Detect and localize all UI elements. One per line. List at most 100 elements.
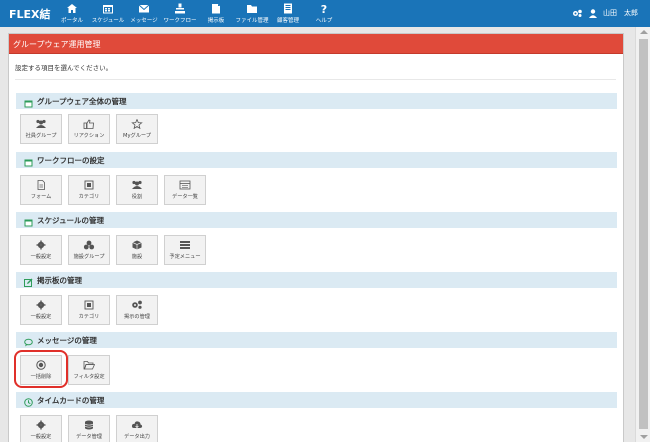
top-navigation-bar: FLEX結 ポータル スケジュール メッセージ ワークフロー 掲示板 ファイル管… <box>0 0 650 27</box>
main-nav: ポータル スケジュール メッセージ ワークフロー 掲示板 ファイル管理 顧客管理… <box>54 0 342 27</box>
calendar-icon <box>103 5 113 14</box>
nav-schedule[interactable]: スケジュール <box>90 0 126 27</box>
nav-message[interactable]: メッセージ <box>126 0 162 27</box>
gear-icon <box>36 300 46 310</box>
section-message: メッセージの管理 <box>16 332 617 348</box>
scroll-down-arrow[interactable] <box>640 435 648 439</box>
highlight-box <box>14 350 68 388</box>
section-schedule: スケジュールの管理 <box>16 212 617 228</box>
tile-facility-group[interactable]: 施設グループ <box>68 235 110 265</box>
tile-label: フィルタ設定 <box>73 374 105 380</box>
panel-title: グループウェア運用管理 <box>9 34 623 54</box>
cube-icon <box>132 240 142 250</box>
scroll-up-arrow[interactable] <box>640 30 648 34</box>
calendar-icon <box>24 100 33 107</box>
tile-general-settings[interactable]: 一般設定 <box>20 295 62 325</box>
tile-role[interactable]: 役割 <box>116 175 158 205</box>
nav-label: 掲示板 <box>207 18 225 24</box>
home-icon <box>67 4 77 13</box>
help-icon: ? <box>321 3 327 14</box>
section-title: メッセージの管理 <box>37 336 97 345</box>
section-tiles: 一般設定 カテゴリ 掲示の管理 <box>20 295 158 325</box>
tile-label: カテゴリ <box>78 314 100 320</box>
tile-data-export[interactable]: データ出力 <box>116 415 158 442</box>
section-workflow: ワークフローの設定 <box>16 152 617 168</box>
section-tiles: 一般設定 データ管理 データ出力 <box>20 415 158 442</box>
star-icon <box>131 119 143 129</box>
tile-label: 役割 <box>131 194 143 200</box>
envelope-icon <box>138 4 150 13</box>
section-tiles: 社員グループ リアクション Myグループ <box>20 114 158 144</box>
nav-portal[interactable]: ポータル <box>54 0 90 27</box>
tile-schedule-menu[interactable]: 予定メニュー <box>164 235 206 265</box>
tile-form[interactable]: フォーム <box>20 175 62 205</box>
nav-workflow[interactable]: ワークフロー <box>162 0 198 27</box>
section-title: グループウェア全体の管理 <box>37 97 127 106</box>
nav-help[interactable]: ? ヘルプ <box>306 0 342 27</box>
nav-label: ヘルプ <box>315 18 333 24</box>
nav-customer[interactable]: 顧客管理 <box>270 0 306 27</box>
workflow-icon <box>175 3 185 14</box>
tile-employee-group[interactable]: 社員グループ <box>20 114 62 144</box>
customer-icon <box>284 3 292 14</box>
user-icon <box>589 8 597 18</box>
scroll-thumb[interactable] <box>639 39 648 429</box>
tile-label: 掲示の管理 <box>124 314 150 320</box>
section-title: ワークフローの設定 <box>37 156 105 165</box>
gears-icon[interactable] <box>572 9 583 18</box>
tile-label: 予定メニュー <box>169 254 201 260</box>
nav-board[interactable]: 掲示板 <box>198 0 234 27</box>
tile-label: データ管理 <box>76 434 102 440</box>
chat-icon <box>24 338 33 346</box>
section-timecard: タイムカードの管理 <box>16 392 617 408</box>
edit-icon <box>24 278 33 287</box>
svg-text:?: ? <box>321 3 327 14</box>
section-groupware: グループウェア全体の管理 <box>16 93 617 109</box>
users-icon <box>36 119 46 128</box>
section-board: 掲示板の管理 <box>16 272 617 288</box>
nav-label: ワークフロー <box>163 18 197 24</box>
tile-data-list[interactable]: データ一覧 <box>164 175 206 205</box>
tile-facility[interactable]: 施設 <box>116 235 158 265</box>
nav-label: メッセージ <box>130 18 158 24</box>
tile-category[interactable]: カテゴリ <box>68 295 110 325</box>
tile-label: データ一覧 <box>172 194 198 200</box>
calendar-icon <box>24 219 33 226</box>
gear-icon <box>36 240 46 250</box>
calendar-icon <box>24 159 33 166</box>
facility-group-icon <box>83 240 95 250</box>
user-area: 山田 太郎 <box>572 8 638 18</box>
tile-post-management[interactable]: 掲示の管理 <box>116 295 158 325</box>
tile-label: 一般設定 <box>30 434 52 440</box>
tile-reaction[interactable]: リアクション <box>68 114 110 144</box>
intro-text: 設定する項目を選んでください。 <box>15 64 113 72</box>
tile-label: カテゴリ <box>78 194 100 200</box>
app-logo[interactable]: FLEX結 <box>9 6 51 22</box>
gears-icon <box>132 300 142 309</box>
tile-filter-settings[interactable]: フィルタ設定 <box>68 355 110 385</box>
menu-icon <box>180 241 190 249</box>
tile-label: データ出力 <box>124 434 150 440</box>
tile-data-management[interactable]: データ管理 <box>68 415 110 442</box>
admin-panel: グループウェア運用管理 設定する項目を選んでください。 グループウェア全体の管理… <box>8 33 624 442</box>
gear-icon <box>36 420 46 430</box>
tile-category[interactable]: カテゴリ <box>68 175 110 205</box>
nav-label: ファイル管理 <box>235 18 269 24</box>
nav-label: 顧客管理 <box>276 18 299 24</box>
database-icon <box>84 420 94 430</box>
nav-file[interactable]: ファイル管理 <box>234 0 270 27</box>
category-icon <box>84 180 94 190</box>
cloud-download-icon <box>131 421 143 429</box>
tile-my-group[interactable]: Myグループ <box>116 114 158 144</box>
tile-general-settings[interactable]: 一般設定 <box>20 415 62 442</box>
nav-label: スケジュール <box>91 18 125 24</box>
category-icon <box>84 300 94 310</box>
user-name[interactable]: 山田 太郎 <box>603 8 638 18</box>
vertical-scrollbar[interactable] <box>635 27 650 442</box>
section-tiles: フォーム カテゴリ 役割 データ一覧 <box>20 175 206 205</box>
tile-label: 社員グループ <box>25 133 57 139</box>
users-icon <box>132 180 142 189</box>
list-icon <box>179 180 191 190</box>
tile-label: Myグループ <box>123 133 151 139</box>
tile-general-settings[interactable]: 一般設定 <box>20 235 62 265</box>
